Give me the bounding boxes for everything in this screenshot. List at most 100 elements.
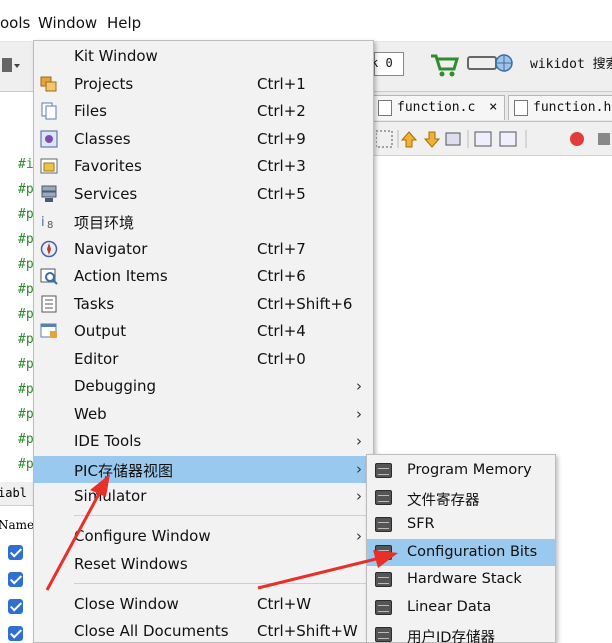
menu-item-label: Navigator	[74, 240, 148, 258]
submenu-item-configuration-bits[interactable]: Configuration Bits	[367, 539, 555, 566]
code-line-prefix: #p	[18, 357, 34, 372]
menu-item-close-window[interactable]: Close Window Ctrl+W	[34, 591, 373, 618]
menu-item-label: Simulator	[74, 487, 147, 505]
menu-item-label: Editor	[74, 350, 119, 368]
menu-item-pic-memory-views[interactable]: PIC存储器视图 ›	[34, 456, 373, 483]
menu-separator	[74, 583, 372, 584]
chevron-right-icon: ›	[356, 460, 362, 478]
menu-item-services[interactable]: Services Ctrl+5	[34, 181, 373, 208]
search-label[interactable]: wikidot 搜索	[530, 53, 612, 72]
menu-item-project-env[interactable]: i8 项目环境	[34, 208, 373, 235]
shift-left-icon[interactable]	[474, 131, 492, 147]
menu-item-web[interactable]: Web ›	[34, 401, 373, 428]
select-icon[interactable]	[375, 130, 393, 148]
menu-item-reset-windows[interactable]: Reset Windows	[34, 551, 373, 578]
menu-item-classes[interactable]: Classes Ctrl+9	[34, 126, 373, 153]
row-checkbox[interactable]	[8, 572, 23, 587]
menu-item-shortcut: Ctrl+0	[257, 350, 306, 368]
menu-item-kit-window[interactable]: Kit Window	[34, 43, 373, 70]
menu-item-shortcut: Ctrl+3	[257, 157, 306, 175]
menu-item-favorites[interactable]: Favorites Ctrl+3	[34, 153, 373, 180]
menu-window[interactable]: Window	[38, 14, 97, 32]
submenu-item-hardware-stack[interactable]: Hardware Stack	[367, 566, 555, 593]
menu-item-output[interactable]: Output Ctrl+4	[34, 318, 373, 345]
tab-function-c-label: function.c	[397, 100, 476, 115]
menu-item-configure-window[interactable]: Configure Window ›	[34, 523, 373, 550]
row-checkbox[interactable]	[8, 545, 23, 560]
code-line-prefix: #p	[18, 332, 34, 347]
row-checkbox[interactable]	[8, 599, 23, 614]
code-line-prefix: #p	[18, 457, 34, 472]
submenu-item-user-id-memory[interactable]: 用户ID存储器	[367, 621, 555, 643]
menu-item-debugging[interactable]: Debugging ›	[34, 373, 373, 400]
menu-item-label: Debugging	[74, 377, 157, 395]
up-arrow-icon[interactable]	[400, 131, 418, 148]
close-icon[interactable]: ×	[489, 99, 497, 115]
submenu-item-file-registers[interactable]: 文件寄存器	[367, 484, 555, 511]
chevron-right-icon: ›	[356, 377, 362, 395]
record-icon[interactable]	[570, 132, 584, 146]
menu-item-editor[interactable]: Editor Ctrl+0	[34, 346, 373, 373]
menu-item-label: Classes	[74, 130, 131, 148]
classes-icon	[40, 130, 58, 148]
editor-toolbar-icons	[375, 128, 612, 150]
toolbar-tool-icon[interactable]	[0, 52, 22, 78]
menu-separator	[74, 515, 372, 516]
shift-right-icon[interactable]	[499, 131, 517, 147]
menu-item-label: Configure Window	[74, 527, 211, 545]
menu-item-label: Files	[74, 102, 107, 120]
submenu-item-linear-data[interactable]: Linear Data	[367, 594, 555, 621]
submenu-item-sfr[interactable]: SFR	[367, 511, 555, 538]
memory-chip-icon	[375, 627, 392, 642]
menu-item-shortcut: Ctrl+1	[257, 75, 306, 93]
navigator-icon	[40, 240, 58, 258]
menu-item-ide-tools[interactable]: IDE Tools ›	[34, 428, 373, 455]
code-line-prefix: #p	[18, 407, 34, 422]
c-file-icon	[378, 100, 392, 116]
menu-item-shortcut: Ctrl+Shift+6	[257, 295, 353, 313]
menu-item-close-all-documents[interactable]: Close All Documents Ctrl+Shift+W	[34, 618, 373, 643]
row-checkbox[interactable]	[8, 626, 23, 641]
window-menu-dropdown: Kit Window Projects Ctrl+1 Files Ctrl+2 …	[33, 40, 374, 643]
chevron-right-icon: ›	[356, 432, 362, 450]
stop-icon[interactable]	[598, 133, 610, 145]
menu-tools[interactable]: ools	[0, 14, 30, 32]
name-column-header: Name	[0, 518, 35, 532]
code-line-prefix: #p	[18, 257, 34, 272]
ide-screenshot: ools Window Help k 0 wikidot 搜索 put func…	[0, 0, 612, 643]
menu-item-tasks[interactable]: Tasks Ctrl+Shift+6	[34, 291, 373, 318]
action-items-icon	[40, 267, 58, 285]
submenu-item-label: SFR	[407, 516, 435, 532]
code-line-prefix: #p	[18, 182, 34, 197]
output-icon	[40, 322, 58, 340]
submenu-item-label: 用户ID存储器	[407, 630, 495, 643]
submenu-item-label: Linear Data	[407, 599, 492, 615]
tab-function-c[interactable]: function.c ×	[372, 95, 505, 120]
memory-chip-icon	[375, 517, 392, 532]
menu-item-label: Action Items	[74, 267, 168, 285]
menu-item-simulator[interactable]: Simulator ›	[34, 483, 373, 510]
memory-chip-icon	[375, 600, 392, 615]
bookmark-icon[interactable]	[445, 132, 461, 146]
submenu-item-program-memory[interactable]: Program Memory	[367, 457, 555, 484]
variables-tab-label: iabl	[0, 486, 27, 500]
project-env-icon: i8	[40, 212, 58, 231]
svg-text:8: 8	[47, 220, 53, 230]
tab-function-h[interactable]: function.h	[508, 95, 612, 120]
menu-item-label: Web	[74, 405, 107, 423]
menu-item-action-items[interactable]: Action Items Ctrl+6	[34, 263, 373, 290]
memory-chip-icon	[375, 463, 392, 478]
tab-function-h-label: function.h	[533, 100, 612, 115]
projects-icon	[40, 75, 58, 93]
menu-item-files[interactable]: Files Ctrl+2	[34, 98, 373, 125]
counter-field[interactable]: k 0	[371, 52, 404, 76]
menu-item-navigator[interactable]: Navigator Ctrl+7	[34, 236, 373, 263]
code-line-prefix: #i	[18, 157, 34, 172]
cart-icon[interactable]	[428, 50, 460, 78]
down-arrow-icon[interactable]	[423, 131, 441, 148]
memory-chip-icon	[375, 572, 392, 587]
network-icon[interactable]	[466, 52, 516, 74]
menu-help[interactable]: Help	[107, 14, 141, 32]
menu-item-label: Services	[74, 185, 138, 203]
menu-item-projects[interactable]: Projects Ctrl+1	[34, 71, 373, 98]
